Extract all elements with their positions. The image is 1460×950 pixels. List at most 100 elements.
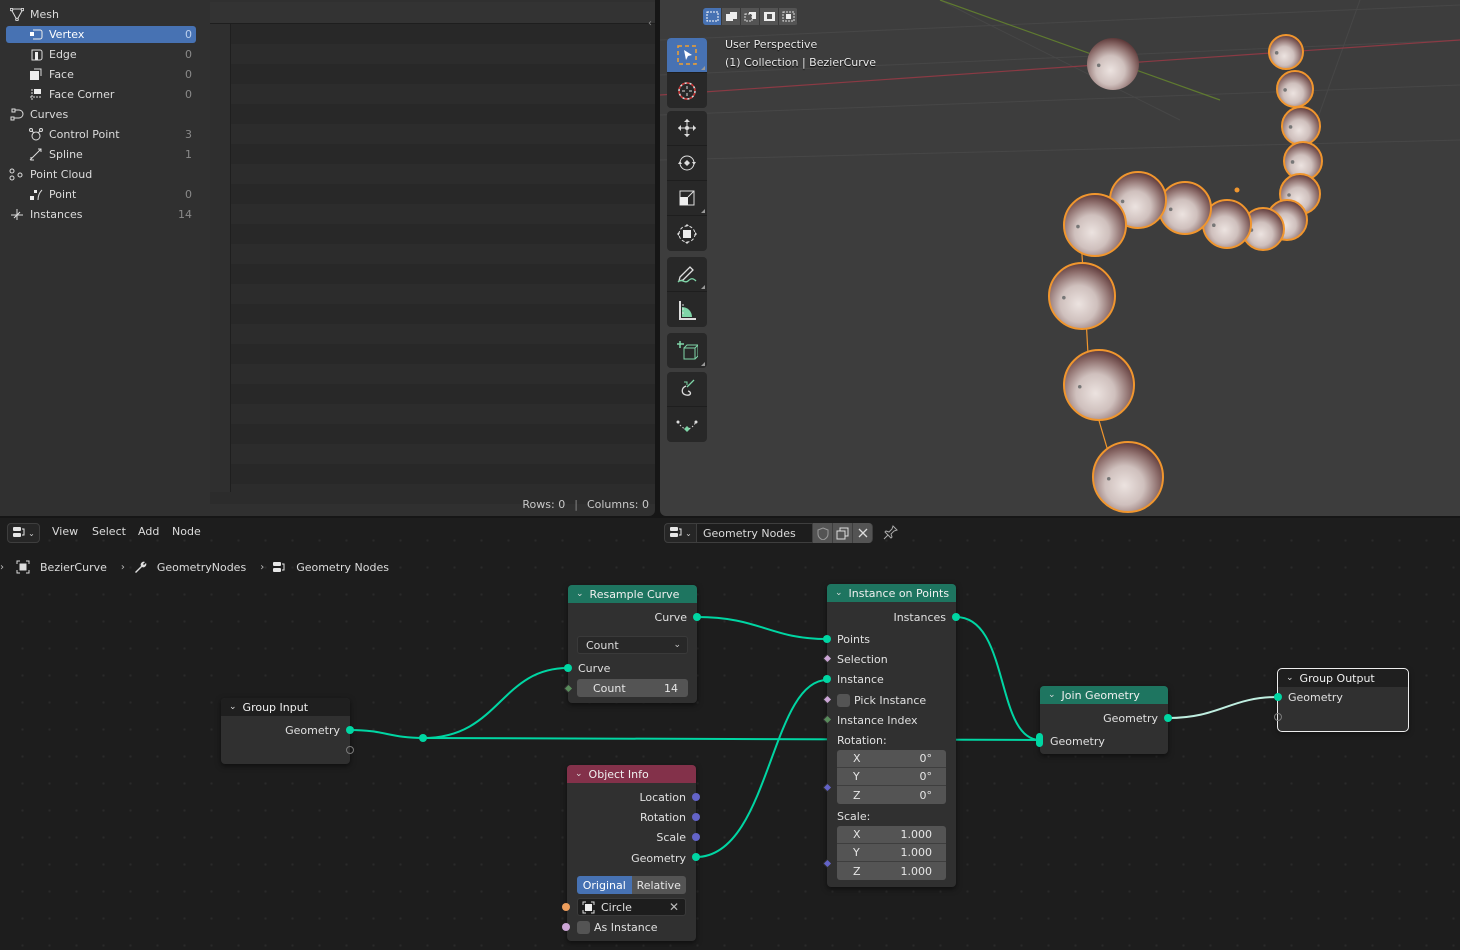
socket-empty-in[interactable]	[1274, 713, 1282, 721]
node-group-input[interactable]: ⌄ Group Input Geometry	[221, 698, 354, 764]
socket-geometry-out[interactable]	[1164, 714, 1172, 722]
collapse-chevron-icon[interactable]: ⌄	[575, 769, 583, 779]
object-field[interactable]: Circle ✕	[577, 898, 686, 916]
collapse-chevron-icon[interactable]: ⌄	[229, 702, 237, 712]
select-box-tool-button[interactable]	[667, 38, 707, 73]
vector-component-z[interactable]: Z 0°	[837, 786, 946, 804]
collapse-sidebar-chevron-icon[interactable]: ‹	[648, 18, 658, 32]
socket-location-out[interactable]	[692, 793, 700, 801]
option-original[interactable]: Original	[577, 876, 632, 894]
node-header[interactable]: ⌄ Object Info	[567, 765, 696, 783]
node-resample-curve[interactable]: ⌄ Resample Curve Curve Count ⌄ Curve Count…	[563, 585, 701, 703]
dataset-item-edge[interactable]: Edge 0	[6, 46, 196, 63]
collapse-chevron-icon[interactable]: ⌄	[1048, 690, 1056, 700]
socket-curve-out[interactable]	[693, 613, 701, 621]
dataset-item-control-point[interactable]: Control Point 3	[6, 126, 196, 143]
instance-sphere[interactable]	[1281, 106, 1321, 146]
count-field[interactable]: Count 14	[577, 679, 688, 697]
socket-instances-out[interactable]	[952, 613, 960, 621]
draw-curve-tool-button[interactable]	[667, 372, 707, 407]
dataset-item-point[interactable]: Point 0	[6, 186, 196, 203]
pen-tool-button[interactable]	[667, 407, 707, 442]
socket-geometry-multi-in[interactable]	[1036, 733, 1043, 747]
sphere-origin-dot	[1096, 63, 1101, 68]
socket-geometry-in[interactable]	[1274, 693, 1282, 701]
clear-x-icon[interactable]: ✕	[669, 900, 679, 914]
node-header[interactable]: ⌄ Group Output	[1278, 669, 1408, 687]
node-header[interactable]: ⌄ Instance on Points	[827, 584, 956, 602]
instance-sphere[interactable]	[1048, 262, 1116, 330]
select-invert-icon[interactable]	[760, 8, 779, 25]
cursor-tool-button[interactable]	[667, 73, 707, 108]
option-relative[interactable]: Relative	[631, 876, 686, 894]
socket-object-in[interactable]	[562, 903, 570, 911]
instance-sphere[interactable]	[1063, 193, 1127, 257]
rotate-tool-button[interactable]	[667, 146, 707, 181]
select-new-icon[interactable]	[703, 8, 722, 25]
vector-component-y[interactable]: Y 0°	[837, 768, 946, 786]
section-label: Rotation:	[837, 733, 887, 747]
3d-viewport[interactable]: User Perspective (1) Collection | Bezier…	[660, 0, 1460, 516]
as-instance-checkbox[interactable]	[577, 920, 590, 934]
dataset-item-face[interactable]: Face 0	[6, 66, 196, 83]
collapse-chevron-icon[interactable]: ⌄	[576, 589, 584, 599]
socket-geometry-out[interactable]	[346, 726, 354, 734]
scale-tool-button[interactable]	[667, 181, 707, 216]
dataset-item-curves[interactable]: Curves	[7, 106, 196, 123]
transform-tool-button[interactable]	[667, 216, 707, 251]
pick-instance-checkbox[interactable]	[837, 693, 850, 707]
instance-sphere[interactable]	[1268, 34, 1304, 70]
measure-tool-button[interactable]	[667, 292, 707, 327]
dataset-item-point-cloud[interactable]: Point Cloud	[7, 166, 196, 183]
control-point-icon	[28, 128, 44, 142]
select-extend-icon[interactable]	[722, 8, 741, 25]
footer-separator: |	[574, 498, 578, 511]
vector-component-x[interactable]: X 0°	[837, 750, 946, 768]
socket-empty-out[interactable]	[346, 746, 354, 754]
node-header[interactable]: ⌄ Join Geometry	[1040, 686, 1168, 704]
move-tool-button[interactable]	[667, 111, 707, 146]
source-sphere[interactable]	[1087, 38, 1139, 90]
collapse-chevron-icon[interactable]: ⌄	[835, 588, 843, 598]
as-instance-checkbox-row[interactable]: As Instance	[577, 918, 658, 936]
socket-as-instance-in[interactable]	[562, 923, 570, 931]
socket-geometry-out[interactable]	[692, 853, 700, 861]
dataset-item-spline[interactable]: Spline 1	[6, 146, 196, 163]
select-subtract-icon[interactable]	[741, 8, 760, 25]
node-editor[interactable]: ⌄ View Select Add Node ⌄ Geometry Nodes …	[0, 518, 1460, 950]
mode-dropdown[interactable]: Count ⌄	[577, 636, 688, 654]
pick-instance-row[interactable]: Pick Instance	[837, 691, 926, 709]
link-join-to-output	[1167, 696, 1279, 719]
dataset-item-mesh[interactable]: Mesh	[7, 6, 196, 23]
vector-component-y[interactable]: Y 1.000	[837, 844, 946, 862]
dataset-item-vertex[interactable]: Vertex 0	[6, 26, 196, 43]
collapse-chevron-icon[interactable]: ⌄	[1286, 673, 1294, 683]
socket-curve-in[interactable]	[564, 664, 572, 672]
instance-sphere[interactable]	[1092, 441, 1164, 513]
instance-sphere[interactable]	[1158, 181, 1212, 235]
node-header[interactable]: ⌄ Resample Curve	[568, 585, 697, 603]
vector-component-x[interactable]: X 1.000	[837, 826, 946, 844]
vector-component-z[interactable]: Z 1.000	[837, 862, 946, 880]
table-row	[210, 364, 655, 384]
reroute-node[interactable]	[419, 734, 427, 742]
node-instance-on-points[interactable]: ⌄ Instance on Points Instances Points Sel…	[822, 584, 960, 887]
instance-sphere[interactable]	[1063, 349, 1135, 421]
node-group-output[interactable]: ⌄ Group Output Geometry	[1274, 668, 1409, 732]
socket-instance-in[interactable]	[823, 675, 831, 683]
toolbar-group	[667, 333, 707, 368]
table-row	[210, 424, 655, 444]
socket-rotation-out[interactable]	[692, 813, 700, 821]
dataset-item-instances[interactable]: Instances 14	[7, 206, 196, 223]
node-join-geometry[interactable]: ⌄ Join Geometry Geometry Geometry	[1036, 686, 1172, 754]
annotate-tool-button[interactable]	[667, 257, 707, 292]
node-header[interactable]: ⌄ Group Input	[221, 698, 350, 716]
socket-scale-out[interactable]	[692, 833, 700, 841]
toolbar-group	[667, 111, 707, 251]
dataset-item-face-corner[interactable]: Face Corner 0	[6, 86, 196, 103]
socket-points-in[interactable]	[823, 635, 831, 643]
instance-sphere[interactable]	[1276, 70, 1314, 108]
select-intersect-icon[interactable]	[779, 8, 798, 25]
add-cube-tool-button[interactable]	[667, 333, 707, 368]
node-object-info[interactable]: ⌄ Object Info Location Rotation Scale Geo…	[562, 765, 700, 941]
